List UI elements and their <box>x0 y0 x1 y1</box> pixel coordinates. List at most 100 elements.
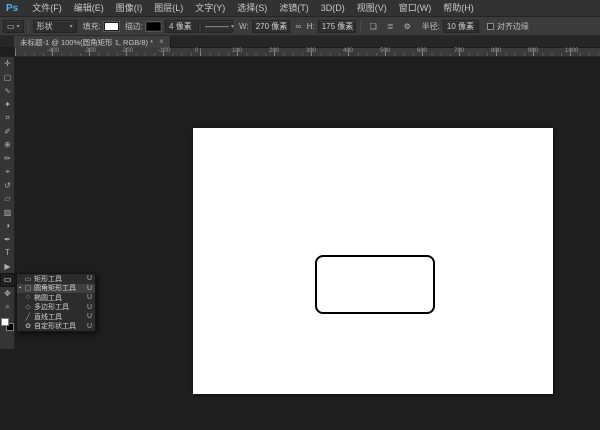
ruler-label: 700 <box>454 48 465 54</box>
ruler-label: -400 <box>47 48 60 54</box>
menu-item[interactable]: 图像(I) <box>110 0 149 17</box>
combine-shapes-icon[interactable]: ❑ <box>366 20 381 33</box>
chevron-down-icon: ▾ <box>16 23 20 30</box>
ruler-label: 200 <box>269 48 280 54</box>
clone-stamp-tool[interactable]: ⌖ <box>0 165 15 179</box>
close-icon[interactable]: × <box>159 38 164 46</box>
ellipse-tool-icon: ○ <box>25 294 31 302</box>
photoshop-logo: Ps <box>6 2 19 14</box>
stroke-width-value: 4 像素 <box>169 21 192 31</box>
tool-preset-icon: ▭ <box>7 21 15 31</box>
document-tab-bar: 未标题-1 @ 100%(圆角矩形 1, RGB/8) * × <box>0 36 600 48</box>
width-label: W: <box>239 21 249 31</box>
stroke-type-select[interactable]: ——— ▾ <box>201 19 235 33</box>
flyout-item-label: 矩形工具 <box>34 275 62 283</box>
history-brush-tool[interactable]: ↺ <box>0 179 15 193</box>
shape-tool[interactable]: ▭ <box>0 273 15 287</box>
polygon-tool-icon: ◇ <box>25 304 31 312</box>
radius-input[interactable]: 10 像素 <box>442 19 479 33</box>
flyout-item-shortcut: U <box>86 303 92 311</box>
shape-width-input[interactable]: 270 像素 <box>251 19 290 33</box>
fill-color-swatch[interactable] <box>103 21 119 31</box>
line-tool-icon: ╱ <box>25 313 31 321</box>
stroke-width-input[interactable]: 4 像素 <box>165 19 200 33</box>
menu-item[interactable]: 窗口(W) <box>393 0 438 17</box>
menu-item[interactable]: 视图(V) <box>351 0 393 17</box>
document-title: 未标题-1 @ 100%(圆角矩形 1, RGB/8) * <box>20 37 154 47</box>
marquee-tool[interactable]: ▢ <box>0 71 15 85</box>
path-alignment-icon[interactable]: ≣ <box>383 20 398 33</box>
document-tab[interactable]: 未标题-1 @ 100%(圆角矩形 1, RGB/8) * × <box>14 36 171 48</box>
ruler-label: 0 <box>195 48 199 54</box>
pen-tool[interactable]: ✒ <box>0 233 15 247</box>
canvas[interactable] <box>193 128 553 394</box>
flyout-item-rectangle-tool[interactable]: ▭ 矩形工具 U <box>17 274 95 284</box>
ruler-label: 1000 <box>565 48 579 54</box>
active-tool-marker: ▪ <box>19 285 21 292</box>
blur-tool[interactable]: ◑ <box>0 219 15 233</box>
horizontal-ruler[interactable]: -400 -300 -200 -100 0 100 200 300 400 500 600 700 80… <box>15 48 600 57</box>
menu-item[interactable]: 图层(L) <box>148 0 189 17</box>
flyout-item-polygon-tool[interactable]: ◇ 多边形工具 U <box>17 303 95 313</box>
path-selection-tool[interactable]: ▶ <box>0 260 15 274</box>
stroke-color-swatch[interactable] <box>146 21 162 31</box>
flyout-item-line-tool[interactable]: ╱ 直线工具 U <box>17 312 95 322</box>
radius-value: 10 像素 <box>446 21 475 31</box>
ruler-label: -200 <box>121 48 134 54</box>
draw-mode-select[interactable]: 形状 ▾ <box>32 19 77 33</box>
gradient-tool[interactable]: ▨ <box>0 206 15 220</box>
rounded-rectangle-shape[interactable] <box>315 255 435 314</box>
shape-width-value: 270 像素 <box>255 21 288 31</box>
healing-brush-tool[interactable]: ⊕ <box>0 138 15 152</box>
hand-tool[interactable]: ✥ <box>0 287 15 301</box>
menu-item[interactable]: 编辑(E) <box>68 0 110 17</box>
fill-label: 填充: <box>82 21 101 31</box>
line-style-icon: ——— <box>205 21 230 31</box>
flyout-item-shortcut: U <box>86 322 92 330</box>
draw-mode-value: 形状 <box>36 21 53 31</box>
stroke-label: 描边: <box>124 21 144 31</box>
move-tool[interactable]: ✛ <box>0 57 15 71</box>
lasso-tool[interactable]: ∿ <box>0 84 15 98</box>
eraser-tool[interactable]: ▱ <box>0 192 15 206</box>
foreground-color-swatch[interactable] <box>1 318 9 326</box>
flyout-item-shortcut: U <box>86 294 92 302</box>
menu-item[interactable]: 文字(Y) <box>189 0 231 17</box>
ruler-label: 100 <box>232 48 243 54</box>
rectangle-tool-icon: ▭ <box>24 275 32 283</box>
crop-tool[interactable]: ⌗ <box>0 111 15 125</box>
magic-wand-tool[interactable]: ✦ <box>0 98 15 112</box>
divider <box>27 19 29 33</box>
divider <box>359 19 361 33</box>
menu-item[interactable]: 帮助(H) <box>437 0 480 17</box>
flyout-item-label: 直线工具 <box>34 313 62 321</box>
menu-item[interactable]: 选择(S) <box>231 0 273 17</box>
chevron-down-icon: ▾ <box>69 23 73 30</box>
photoshop-window: Ps 文件(F) 编辑(E) 图像(I) 图层(L) 文字(Y) 选择(S) 滤镜(T) 3D… <box>0 0 600 430</box>
height-label: H: <box>306 21 315 31</box>
ruler-label: 800 <box>491 48 502 54</box>
eyedropper-tool[interactable]: ✐ <box>0 125 15 139</box>
flyout-item-label: 自定形状工具 <box>34 323 76 331</box>
gear-icon[interactable]: ⚙ <box>400 20 415 33</box>
menu-item[interactable]: 文件(F) <box>26 0 68 17</box>
tool-preset-picker[interactable]: ▭ ▾ <box>3 19 24 33</box>
shape-height-input[interactable]: 175 像素 <box>317 19 356 33</box>
flyout-item-custom-shape-tool[interactable]: ✿ 自定形状工具 U <box>17 322 95 332</box>
menu-item[interactable]: 3D(D) <box>315 0 351 17</box>
align-edges-checkbox[interactable] <box>486 22 494 30</box>
zoom-tool[interactable]: ⌕ <box>0 300 15 314</box>
menu-items: 文件(F) 编辑(E) 图像(I) 图层(L) 文字(Y) 选择(S) 滤镜(T) 3D(D)… <box>26 0 480 17</box>
link-dimensions-icon[interactable]: ∞ <box>291 20 306 33</box>
brush-tool[interactable]: ✏ <box>0 152 15 166</box>
shape-height-value: 175 像素 <box>321 21 354 31</box>
radius-label: 半径: <box>421 21 440 31</box>
flyout-item-rounded-rectangle-tool[interactable]: ▪ ▢ 圆角矩形工具 U <box>17 283 95 293</box>
menu-item[interactable]: 滤镜(T) <box>273 0 315 17</box>
chevron-down-icon: ▾ <box>231 23 235 30</box>
flyout-item-ellipse-tool[interactable]: ○ 椭圆工具 U <box>17 293 95 303</box>
align-edges-label: 对齐边缘 <box>496 21 529 31</box>
shape-tools-flyout: ▭ 矩形工具 U ▪ ▢ 圆角矩形工具 U ○ 椭圆工具 U ◇ 多边形工具 U ╱ 直线工具 U ✿ 自定形状工… <box>16 273 96 332</box>
tool-options-bar: ▭ ▾ 形状 ▾ 填充: 描边: 4 像素 ——— ▾ W: 270 像素 ∞ H: … <box>0 17 600 36</box>
type-tool[interactable]: T <box>0 246 15 260</box>
